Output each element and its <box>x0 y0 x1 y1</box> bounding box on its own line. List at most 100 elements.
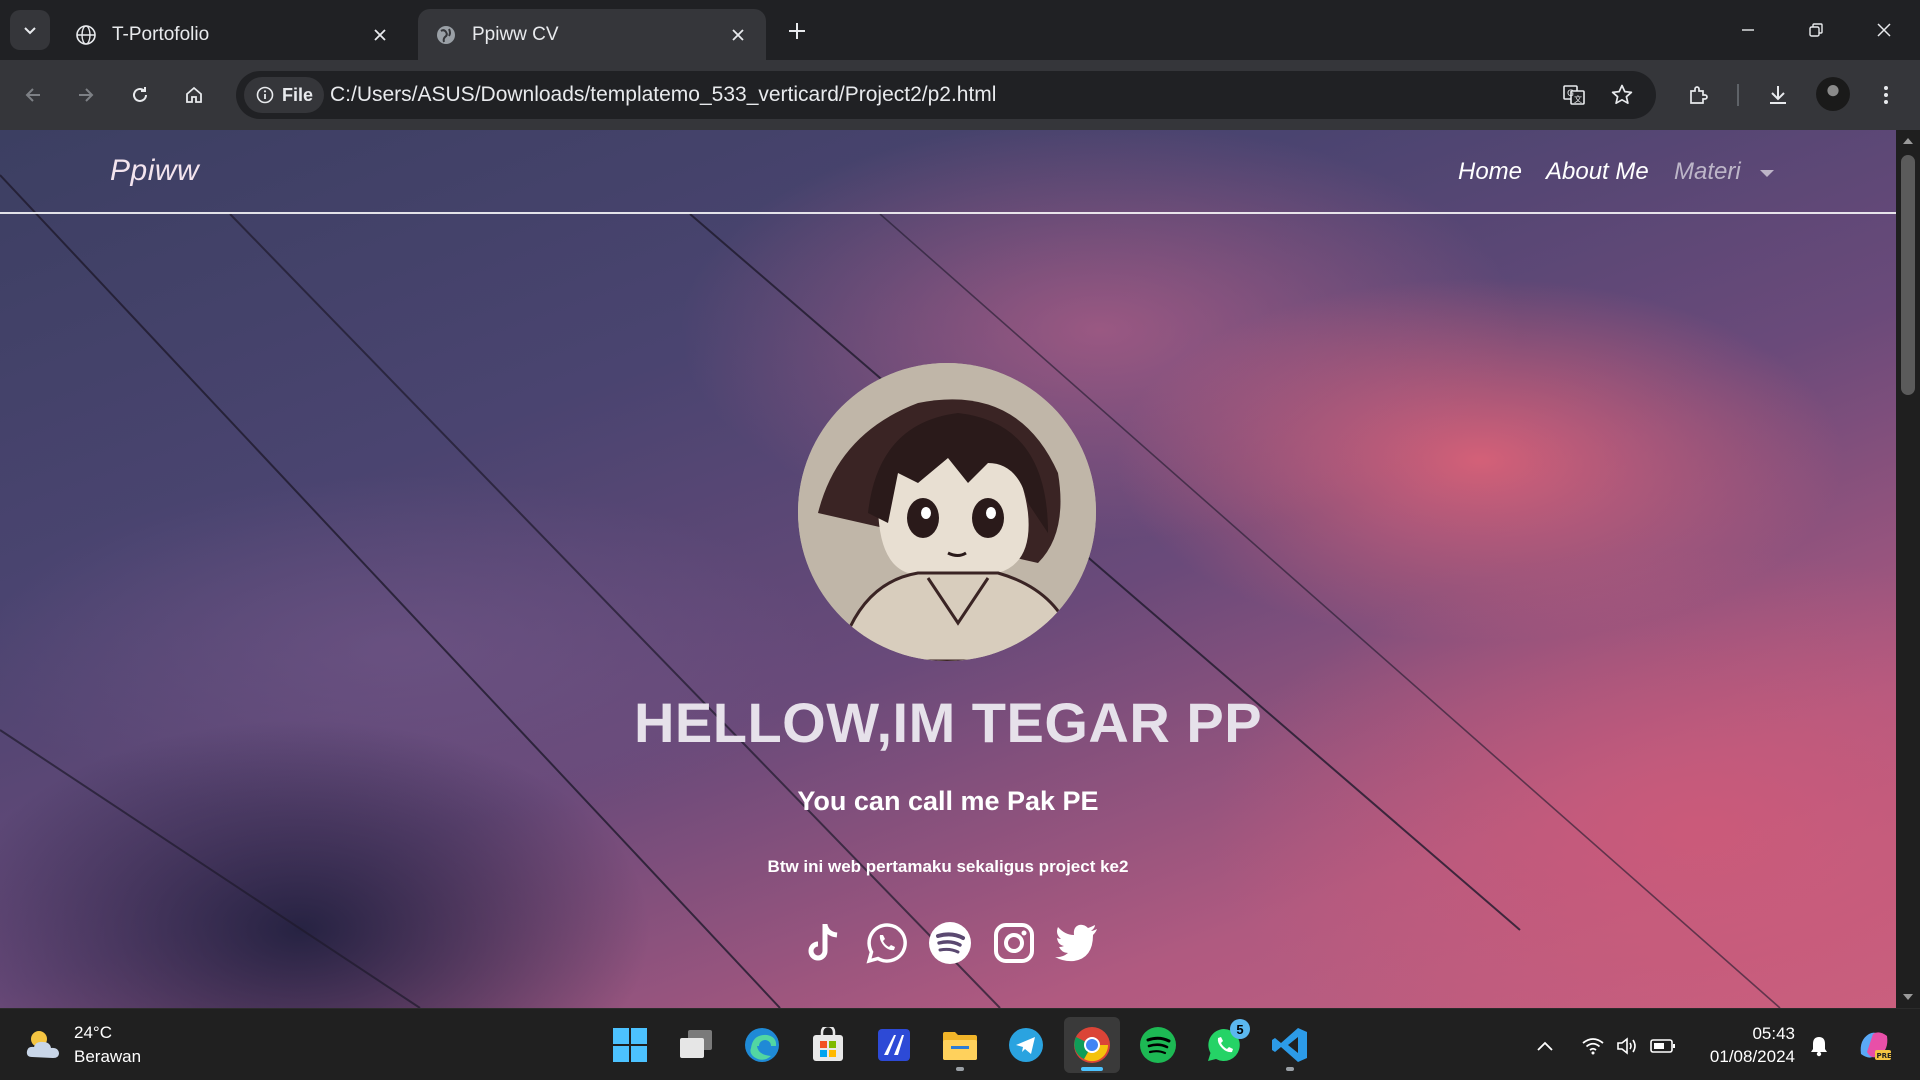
system-clock[interactable]: 05:43 01/08/2024 <box>1690 1022 1795 1068</box>
profile-avatar[interactable] <box>1816 77 1850 111</box>
app-icon <box>878 1029 910 1061</box>
minimize-button[interactable] <box>1714 0 1782 60</box>
spotify-icon[interactable] <box>927 920 973 966</box>
new-tab-button[interactable] <box>780 14 814 48</box>
nav-home[interactable]: Home <box>1458 158 1522 186</box>
copilot-button[interactable]: PRE <box>1854 1025 1894 1065</box>
close-window-button[interactable] <box>1850 0 1918 60</box>
downloads-button[interactable] <box>1760 77 1796 113</box>
show-hidden-icons-button[interactable] <box>1530 1031 1560 1061</box>
task-view-icon <box>680 1030 712 1058</box>
tab-title: T-Portofolio <box>112 23 210 45</box>
running-indicator <box>956 1067 964 1071</box>
close-icon[interactable] <box>726 23 750 47</box>
restore-button[interactable] <box>1782 0 1850 60</box>
site-chip-label: File <box>282 84 314 105</box>
tab-search-button[interactable] <box>10 10 50 50</box>
hero-note: Btw ini web pertamaku sekaligus project … <box>767 857 1129 876</box>
battery-status[interactable] <box>1648 1031 1678 1061</box>
task-view-button[interactable] <box>668 1017 724 1073</box>
nav-materi-dropdown[interactable]: Materi <box>1674 158 1741 186</box>
scroll-up-arrow-icon[interactable] <box>1903 138 1913 144</box>
arrow-left-icon <box>25 88 40 102</box>
clock-time: 05:43 <box>1752 1024 1795 1043</box>
plus-icon <box>789 23 805 39</box>
toolbar-divider <box>1737 84 1739 106</box>
notifications-button[interactable] <box>1804 1031 1834 1061</box>
taskbar-whatsapp[interactable]: 5 <box>1196 1017 1252 1073</box>
twitter-icon[interactable] <box>1054 920 1100 966</box>
clock-date: 01/08/2024 <box>1709 1047 1795 1066</box>
site-info-chip[interactable]: File <box>244 77 324 113</box>
edge-icon <box>745 1028 779 1062</box>
taskbar-code-app[interactable] <box>866 1017 922 1073</box>
telegram-icon <box>1009 1028 1043 1062</box>
info-icon <box>256 86 274 104</box>
active-indicator <box>1081 1067 1103 1071</box>
weather-widget[interactable]: 24°C Berawan <box>24 1021 141 1069</box>
taskbar-file-explorer[interactable] <box>932 1017 988 1073</box>
translate-button[interactable]: G文 <box>1558 79 1590 111</box>
reload-icon <box>133 87 147 102</box>
tab-t-portofolio[interactable]: T-Portofolio <box>58 9 408 60</box>
more-vertical-icon <box>1884 86 1888 104</box>
svg-text:PRE: PRE <box>1877 1052 1893 1060</box>
taskbar-chrome[interactable] <box>1064 1017 1120 1073</box>
globe-icon <box>434 23 458 47</box>
page-scrollbar[interactable] <box>1896 130 1920 1008</box>
spotify-icon <box>1140 1027 1176 1063</box>
star-icon <box>1611 84 1633 105</box>
tiktok-icon[interactable] <box>800 920 846 966</box>
svg-text:文: 文 <box>1574 94 1582 104</box>
translate-icon: G文 <box>1563 85 1585 105</box>
windows-taskbar: 24°C Berawan 5 05:43 01/08/2024 PRE <box>0 1008 1920 1080</box>
profile-picture <box>798 363 1096 661</box>
chevron-down-icon <box>24 27 36 35</box>
wifi-status[interactable] <box>1578 1031 1608 1061</box>
download-icon <box>1770 86 1786 104</box>
bookmark-button[interactable] <box>1606 79 1638 111</box>
battery-icon <box>1650 1039 1675 1053</box>
address-bar[interactable]: File C:/Users/ASUS/Downloads/templatemo_… <box>236 71 1656 119</box>
arrow-right-icon <box>79 88 94 102</box>
chrome-icon <box>1074 1027 1110 1063</box>
taskbar-vscode[interactable] <box>1262 1017 1318 1073</box>
chevron-up-icon <box>1537 1041 1553 1051</box>
reload-button[interactable] <box>122 77 158 113</box>
instagram-icon[interactable] <box>991 920 1037 966</box>
running-indicator <box>1286 1067 1294 1071</box>
taskbar-telegram[interactable] <box>998 1017 1054 1073</box>
weather-temp: 24°C <box>74 1023 112 1042</box>
home-icon <box>186 86 202 103</box>
hero-subtitle: You can call me Pak PE <box>797 786 1099 816</box>
back-button[interactable] <box>15 77 51 113</box>
notification-badge: 5 <box>1230 1019 1250 1039</box>
whatsapp-icon[interactable] <box>864 920 910 966</box>
extensions-button[interactable] <box>1681 77 1717 113</box>
start-button[interactable] <box>602 1017 658 1073</box>
tab-title: Ppiww CV <box>472 23 559 45</box>
site-brand[interactable]: Ppiww <box>110 154 199 188</box>
cloud-moon-icon <box>26 1031 59 1058</box>
close-icon <box>1877 23 1891 37</box>
taskbar-edge[interactable] <box>734 1017 790 1073</box>
scroll-thumb[interactable] <box>1901 155 1915 395</box>
volume-status[interactable] <box>1612 1031 1642 1061</box>
store-icon <box>813 1027 843 1061</box>
browser-tab-strip: T-Portofolio Ppiww CV <box>0 0 1920 60</box>
home-button[interactable] <box>176 77 212 113</box>
forward-button[interactable] <box>68 77 104 113</box>
url-text[interactable]: C:/Users/ASUS/Downloads/templatemo_533_v… <box>330 83 996 107</box>
page-viewport: Ppiww Home About Me Materi HELLOW,IM TEG… <box>0 130 1896 1008</box>
taskbar-spotify[interactable] <box>1130 1017 1186 1073</box>
tab-ppiww-cv[interactable]: Ppiww CV <box>418 9 766 60</box>
hero-title: HELLOW,IM TEGAR PP <box>633 691 1263 754</box>
taskbar-microsoft-store[interactable] <box>800 1017 856 1073</box>
nav-about-me[interactable]: About Me <box>1546 158 1649 186</box>
scroll-down-arrow-icon[interactable] <box>1903 994 1913 1000</box>
menu-button[interactable] <box>1868 77 1904 113</box>
copilot-icon: PRE <box>1860 1032 1893 1060</box>
social-links <box>800 920 1100 970</box>
caret-down-icon[interactable] <box>1760 170 1774 177</box>
close-icon[interactable] <box>368 23 392 47</box>
